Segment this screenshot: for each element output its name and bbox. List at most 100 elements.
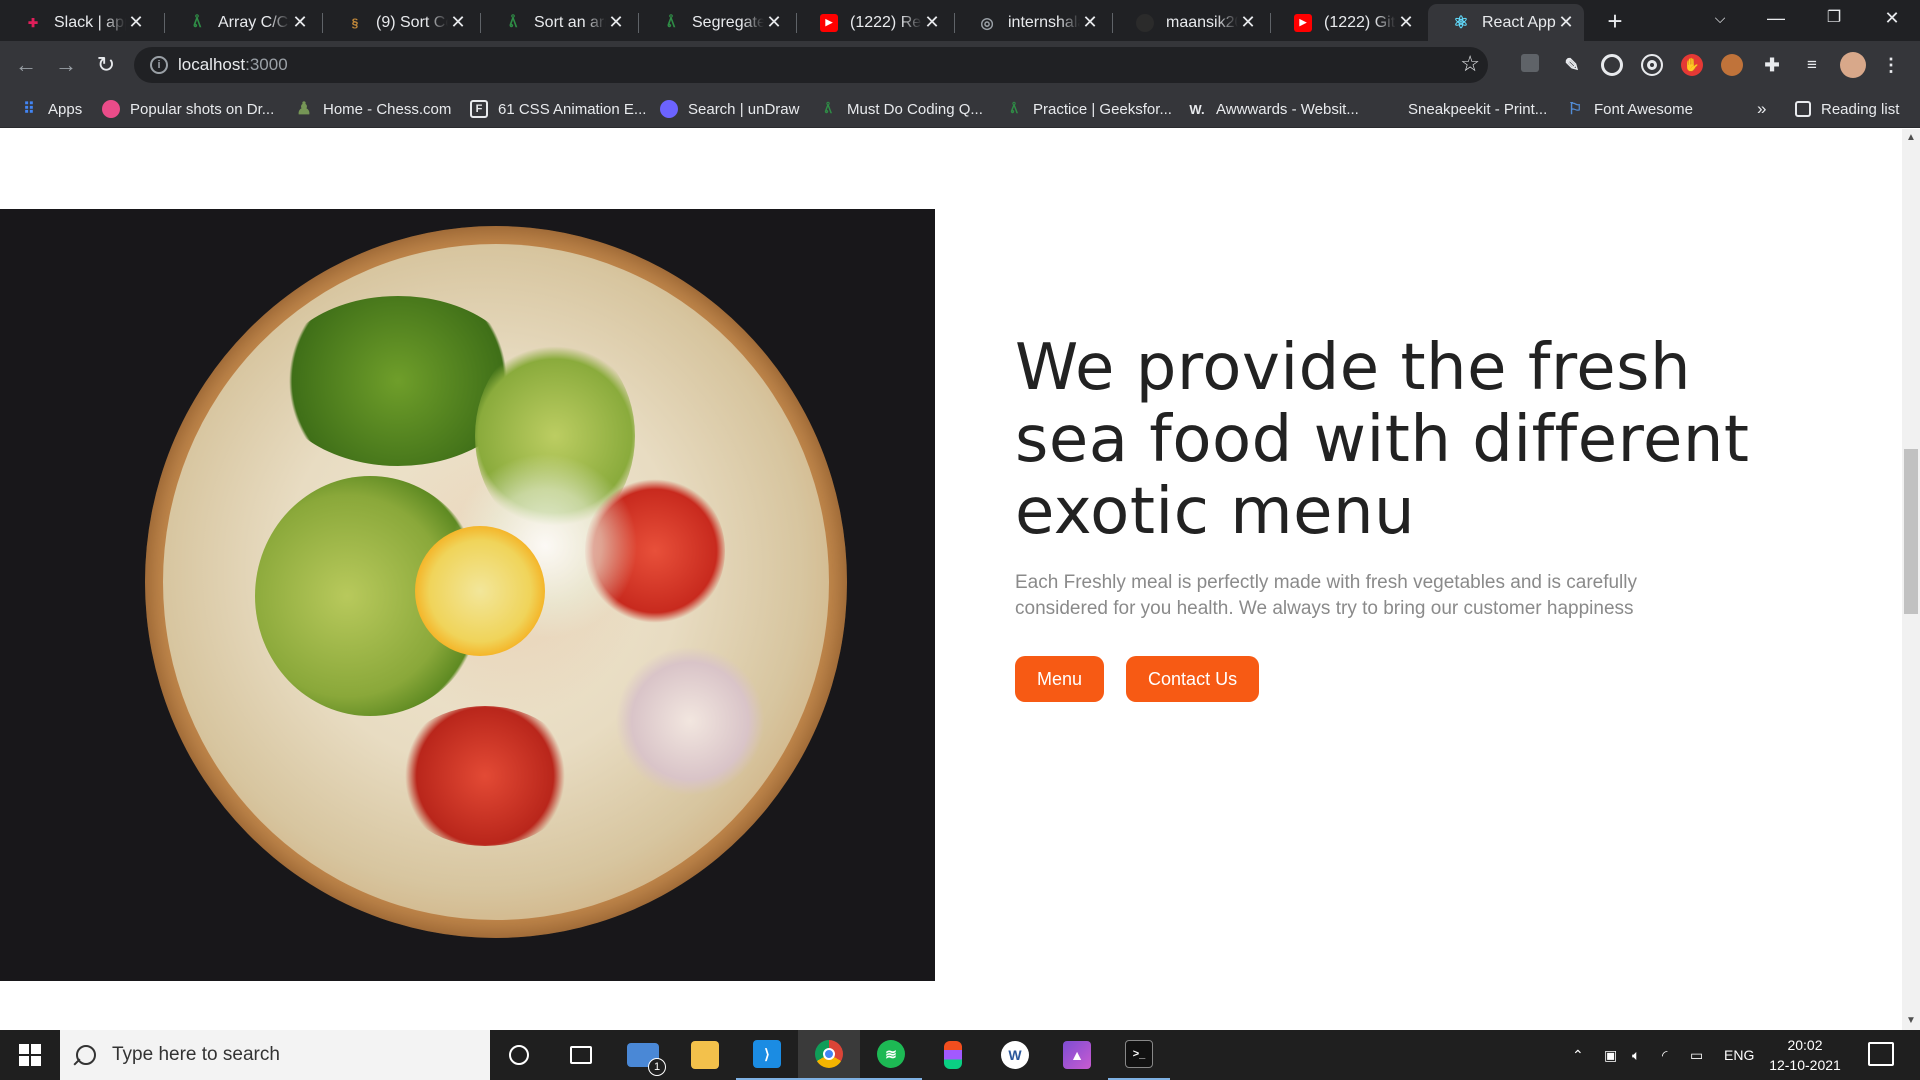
close-icon[interactable]: ✕ [1556, 12, 1576, 33]
tab-slack[interactable]: ✚ Slack | app- ✕ [0, 4, 154, 41]
tab-array[interactable]: ᕔ Array C/C++ ✕ [164, 4, 318, 41]
tab-youtube-react[interactable]: ▶ (1222) Reac ✕ [796, 4, 950, 41]
tab-sort-col[interactable]: § (9) Sort Col ✕ [322, 4, 476, 41]
reading-list-button[interactable]: Reading list [1795, 98, 1899, 120]
hero-title: We provide the fresh sea food with diffe… [1015, 331, 1750, 549]
address-bar[interactable]: i localhost:3000 ☆ [134, 47, 1488, 83]
menu-button[interactable]: Menu [1015, 656, 1105, 702]
gfg-icon: ᕔ [508, 15, 518, 30]
show-hidden-icons[interactable]: ⌃ [1572, 1030, 1584, 1080]
tab-internshala[interactable]: ◎ internshala ✕ [954, 4, 1108, 41]
volume-icon[interactable]: 🔈︎ [1632, 1030, 1640, 1080]
windows-logo-icon [19, 1044, 41, 1066]
contact-us-button[interactable]: Contact Us [1126, 656, 1260, 702]
system-clock[interactable]: 20:02 12-10-2021 [1760, 1035, 1850, 1075]
extensions-puzzle-icon[interactable]: ✚ [1761, 54, 1783, 76]
cortana-icon[interactable] [488, 1030, 550, 1080]
close-icon[interactable]: ✕ [1080, 12, 1100, 33]
close-icon[interactable]: ✕ [126, 12, 146, 33]
word-icon[interactable]: W [984, 1030, 1046, 1080]
file-explorer-icon[interactable] [674, 1030, 736, 1080]
bookmark-css-animation[interactable]: F 61 CSS Animation E... [470, 98, 646, 120]
spotify-icon[interactable]: ≋ [860, 1030, 922, 1080]
close-icon[interactable]: ✕ [1396, 12, 1416, 33]
bookmark-apps[interactable]: ⠿ Apps [20, 98, 82, 120]
notifications-icon[interactable] [1868, 1042, 1894, 1066]
forward-icon[interactable]: → [50, 49, 82, 81]
new-tab-button[interactable]: + [1600, 7, 1630, 37]
bookmark-star-icon[interactable]: ☆ [1460, 51, 1480, 77]
tab-title: (1222) GitH [1324, 13, 1396, 31]
bookmark-must-do-coding[interactable]: ᕔ Must Do Coding Q... [819, 98, 983, 120]
bookmarks-overflow-button[interactable]: » [1757, 98, 1766, 120]
bookmark-awwwards[interactable]: W. Awwwards - Websit... [1188, 98, 1358, 120]
start-button[interactable] [0, 1030, 60, 1080]
bookmark-geeksforgeeks[interactable]: ᕔ Practice | Geeksfor... [1005, 98, 1172, 120]
tab-title: Segregate 0 [692, 13, 764, 31]
close-icon[interactable]: ✕ [1238, 12, 1258, 33]
mail-icon[interactable]: 1 [612, 1030, 674, 1080]
restore-icon[interactable]: ❐ [1806, 0, 1862, 38]
tab-title: internshala [1008, 13, 1080, 31]
task-view-icon[interactable] [550, 1030, 612, 1080]
salad-bowl-image [145, 226, 847, 938]
tab-youtube-github[interactable]: ▶ (1222) GitH ✕ [1270, 4, 1424, 41]
extension-screen-icon[interactable] [1601, 54, 1623, 76]
profile-avatar[interactable] [1840, 52, 1866, 78]
wifi-icon[interactable]: ◜ [1662, 1030, 1667, 1080]
vscode-icon[interactable]: ⟩ [736, 1030, 798, 1080]
tab-title: Slack | app- [54, 13, 126, 31]
minimize-icon[interactable]: — [1748, 0, 1804, 38]
bookmark-chess[interactable]: ♟ Home - Chess.com [295, 98, 451, 120]
scroll-up-icon[interactable]: ▲ [1906, 133, 1916, 143]
meet-now-icon[interactable]: ▣ [1604, 1030, 1617, 1080]
clock-time: 20:02 [1787, 1037, 1823, 1053]
sneakpeekit-icon [1380, 100, 1398, 118]
bookmark-dribbble[interactable]: Popular shots on Dr... [102, 98, 274, 120]
tab-sort-array[interactable]: ᕔ Sort an arra ✕ [480, 4, 634, 41]
extension-tracker-icon[interactable] [1521, 54, 1539, 72]
chrome-icon[interactable] [798, 1030, 860, 1080]
bookmark-sneakpeekit[interactable]: Sneakpeekit - Print... [1380, 98, 1547, 120]
scrollbar-thumb[interactable] [1904, 449, 1918, 614]
affinity-icon[interactable]: ▲ [1046, 1030, 1108, 1080]
globe-icon: ◎ [980, 14, 994, 32]
figma-icon[interactable] [922, 1030, 984, 1080]
media-control-icon[interactable]: ≡ [1801, 54, 1823, 76]
tab-github-profile[interactable]: maansik200 ✕ [1112, 4, 1266, 41]
menu-kebab-icon[interactable]: ⋮ [1880, 54, 1902, 76]
battery-icon[interactable]: ▭ [1690, 1030, 1703, 1080]
terminal-icon[interactable]: >_ [1108, 1030, 1170, 1080]
codechef-icon: § [351, 15, 359, 30]
extension-adblock-icon[interactable]: ✋ [1681, 54, 1703, 76]
f-icon: F [470, 100, 488, 118]
tab-search-icon[interactable]: ⌵ [1692, 0, 1748, 38]
window-close-icon[interactable]: ✕ [1864, 0, 1920, 38]
bookmark-font-awesome[interactable]: ⚐ Font Awesome [1566, 98, 1693, 120]
browser-toolbar: ← → ↻ i localhost:3000 ☆ ✎ ✋ ✚ ≡ ⋮ [0, 41, 1920, 90]
close-icon[interactable]: ✕ [606, 12, 626, 33]
extension-target-icon[interactable] [1641, 54, 1663, 76]
site-info-icon[interactable]: i [150, 56, 168, 74]
extension-cookie-icon[interactable] [1721, 54, 1743, 76]
close-icon[interactable]: ✕ [290, 12, 310, 33]
tab-segregate[interactable]: ᕔ Segregate 0 ✕ [638, 4, 792, 41]
taskbar-search-box[interactable]: Type here to search [60, 1030, 490, 1080]
scroll-down-icon[interactable]: ▼ [1906, 1016, 1916, 1026]
url-text[interactable]: localhost:3000 [178, 55, 288, 75]
close-icon[interactable]: ✕ [922, 12, 942, 33]
browser-tab-strip: ✚ Slack | app- ✕ ᕔ Array C/C++ ✕ § (9) S… [0, 0, 1920, 41]
close-icon[interactable]: ✕ [448, 12, 468, 33]
back-icon[interactable]: ← [10, 49, 42, 81]
close-icon[interactable]: ✕ [764, 12, 784, 33]
tab-react-app[interactable]: ⚛ React App ✕ [1428, 4, 1584, 41]
page-scrollbar[interactable]: ▲ ▼ [1902, 129, 1920, 1030]
extension-pen-icon[interactable]: ✎ [1561, 54, 1583, 76]
bookmark-undraw[interactable]: Search | unDraw [660, 98, 799, 120]
tab-title: maansik200 [1166, 13, 1238, 31]
awwwards-icon: W. [1189, 101, 1205, 117]
language-indicator[interactable]: ENG [1724, 1030, 1754, 1080]
hero-buttons: Menu Contact Us [1015, 656, 1795, 702]
youtube-icon: ▶ [820, 13, 838, 32]
reload-icon[interactable]: ↻ [90, 49, 122, 81]
